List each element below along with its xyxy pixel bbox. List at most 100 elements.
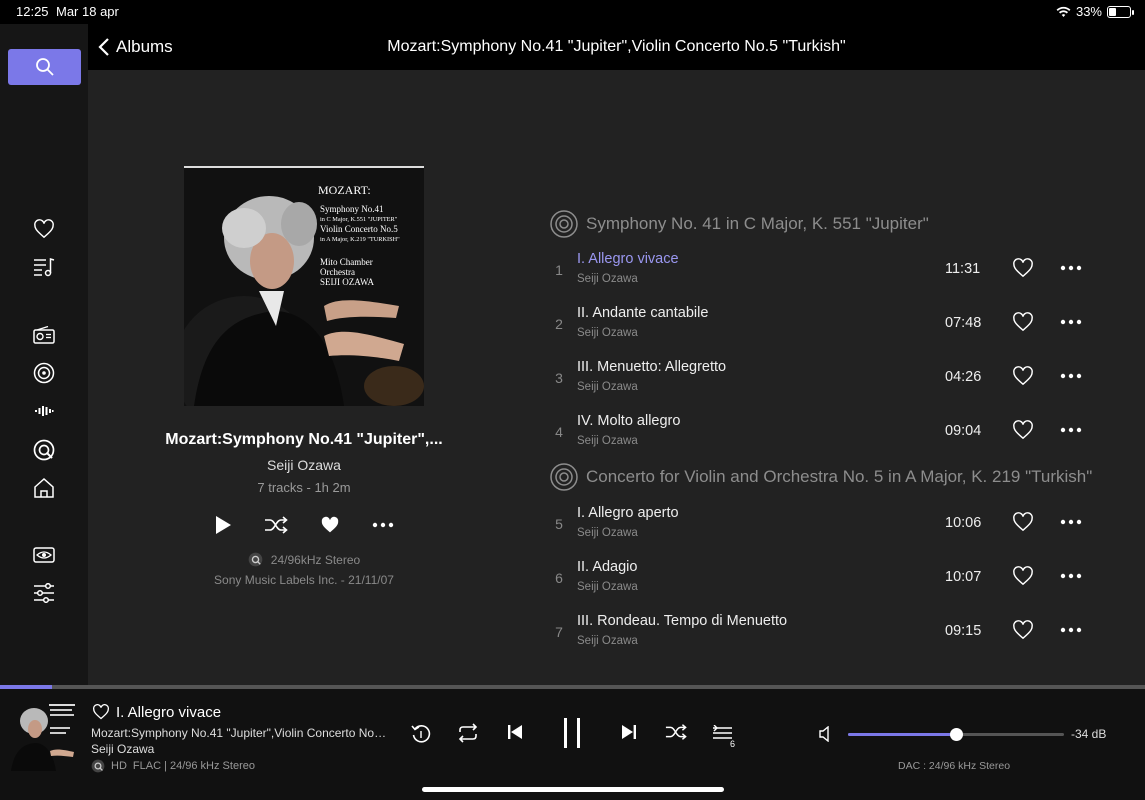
queue-icon: 6: [713, 725, 735, 749]
track-artist: Seiji Ozawa: [577, 381, 638, 393]
album-quality-text: 24/96kHz Stereo: [270, 552, 361, 567]
track-row[interactable]: 7 III. Rondeau. Tempo di Menuetto Seiji …: [548, 608, 1088, 658]
sidebar-item-settings[interactable]: [30, 579, 58, 607]
track-number: 1: [555, 262, 563, 278]
track-artist: Seiji Ozawa: [577, 527, 638, 539]
battery-percent: 33%: [1075, 4, 1102, 19]
more-icon[interactable]: [1060, 366, 1082, 386]
track-duration: 07:48: [945, 315, 982, 331]
sidebar-item-playlists[interactable]: [30, 253, 58, 281]
now-playing-artist: Seiji Ozawa: [91, 742, 155, 756]
heart-icon[interactable]: [1012, 566, 1034, 586]
heart-icon[interactable]: [1012, 366, 1034, 386]
album-meta: 7 tracks - 1h 2m: [257, 480, 351, 495]
sidebar-item-visibility[interactable]: [30, 541, 58, 569]
more-icon[interactable]: [1060, 258, 1082, 278]
replay-button[interactable]: [410, 723, 432, 745]
repeat-icon: [458, 723, 478, 743]
more-icon[interactable]: [1060, 312, 1082, 332]
track-row[interactable]: 4 IV. Molto allegro Seiji Ozawa 09:04: [548, 408, 1088, 458]
now-playing-heart-icon[interactable]: [92, 704, 110, 720]
waveform-icon: [35, 406, 54, 416]
home-icon: [34, 477, 54, 498]
track-number: 4: [555, 424, 563, 440]
repeat-button[interactable]: [457, 723, 479, 743]
heart-icon[interactable]: [1012, 258, 1034, 278]
favorite-button[interactable]: [320, 516, 340, 534]
cover-text-3: in C Major, K.551 "JUPITER": [320, 216, 398, 223]
sliders-icon: [34, 583, 54, 603]
qobuz-icon: [33, 439, 55, 461]
skip-back-icon: [508, 725, 522, 739]
more-icon[interactable]: [1060, 566, 1082, 586]
now-playing-album: Mozart:Symphony No.41 "Jupiter",Violin C…: [91, 726, 389, 740]
main-content: MOZART: Symphony No.41 in C Major, K.551…: [88, 70, 1145, 685]
radio-icon: [33, 326, 55, 344]
track-row[interactable]: 6 II. Adagio Seiji Ozawa 10:07: [548, 554, 1088, 604]
track-row[interactable]: 2 II. Andante cantabile Seiji Ozawa 07:4…: [548, 300, 1088, 350]
previous-button[interactable]: [506, 723, 524, 741]
sidebar-item-home[interactable]: [30, 474, 58, 502]
more-icon[interactable]: [1060, 620, 1082, 640]
track-row[interactable]: 1 I. Allegro vivace Seiji Ozawa 11:31: [548, 246, 1088, 296]
heart-icon[interactable]: [1012, 420, 1034, 440]
now-playing-quality: HD FLAC | 24/96 kHz Stereo: [91, 759, 255, 773]
back-label: Albums: [116, 37, 173, 56]
play-button[interactable]: [214, 515, 232, 535]
track-row[interactable]: 3 III. Menuetto: Allegretto Seiji Ozawa …: [548, 354, 1088, 404]
status-time: 12:25: [16, 4, 49, 19]
heart-icon[interactable]: [1012, 620, 1034, 640]
replay-icon: [411, 725, 431, 743]
sidebar-item-podcasts[interactable]: [30, 359, 58, 387]
more-options-button[interactable]: [372, 522, 394, 528]
album-artist[interactable]: Seiji Ozawa: [164, 457, 444, 473]
heart-icon[interactable]: [1012, 512, 1034, 532]
now-playing-cover[interactable]: [8, 699, 80, 771]
track-title: III. Menuetto: Allegretto: [577, 359, 727, 375]
track-title: I. Allegro vivace: [577, 251, 679, 267]
pause-button[interactable]: [562, 717, 582, 749]
album-label: Sony Music Labels Inc. - 21/11/07: [214, 573, 394, 587]
format-text: FLAC | 24/96 kHz Stereo: [132, 760, 255, 772]
cover-text-7: Orchestra: [320, 267, 355, 277]
disc-icon: [550, 210, 578, 238]
battery-icon: [1107, 5, 1134, 18]
cover-text-8: SEIJI OZAWA: [320, 277, 375, 287]
cover-text-2: Symphony No.41: [320, 204, 384, 214]
status-right: 33%: [1056, 4, 1134, 19]
status-bar: 12:25 Mar 18 apr 33%: [0, 0, 1145, 24]
shuffle-button[interactable]: [264, 516, 288, 534]
volume-knob[interactable]: [950, 728, 963, 741]
pause-icon: [564, 718, 580, 748]
track-duration: 10:06: [945, 515, 982, 531]
next-button[interactable]: [620, 723, 638, 741]
queue-button[interactable]: 6: [712, 725, 740, 749]
sidebar-item-favorites[interactable]: [30, 215, 58, 243]
track-number: 6: [555, 570, 563, 586]
track-title: III. Rondeau. Tempo di Menuetto: [577, 613, 788, 629]
more-icon[interactable]: [1060, 512, 1082, 532]
sidebar-item-radio[interactable]: [30, 321, 58, 349]
qobuz-icon: [91, 759, 105, 773]
sidebar-item-qobuz[interactable]: [30, 436, 58, 464]
volume-fill: [848, 733, 956, 736]
album-cover[interactable]: MOZART: Symphony No.41 in C Major, K.551…: [184, 166, 424, 406]
speaker-icon[interactable]: [818, 726, 834, 742]
sidebar-item-waveform[interactable]: [30, 397, 58, 425]
album-title: Mozart:Symphony No.41 "Jupiter",...: [165, 431, 443, 448]
track-title: II. Adagio: [577, 559, 638, 575]
back-button[interactable]: Albums: [98, 37, 173, 57]
search-icon: [35, 58, 54, 76]
more-icon[interactable]: [1060, 420, 1082, 440]
track-title: II. Andante cantabile: [577, 305, 709, 321]
player-shuffle-button[interactable]: [665, 723, 687, 741]
home-indicator[interactable]: [422, 787, 724, 792]
track-title: I. Allegro aperto: [577, 505, 679, 521]
heart-icon[interactable]: [1012, 312, 1034, 332]
hd-badge: HD: [111, 760, 127, 772]
track-row[interactable]: 5 I. Allegro aperto Seiji Ozawa 10:06: [548, 500, 1088, 550]
qobuz-icon: [248, 552, 263, 567]
volume-db: -34 dB: [1071, 727, 1107, 741]
search-button[interactable]: [8, 49, 81, 85]
volume-slider[interactable]: [848, 728, 1064, 741]
